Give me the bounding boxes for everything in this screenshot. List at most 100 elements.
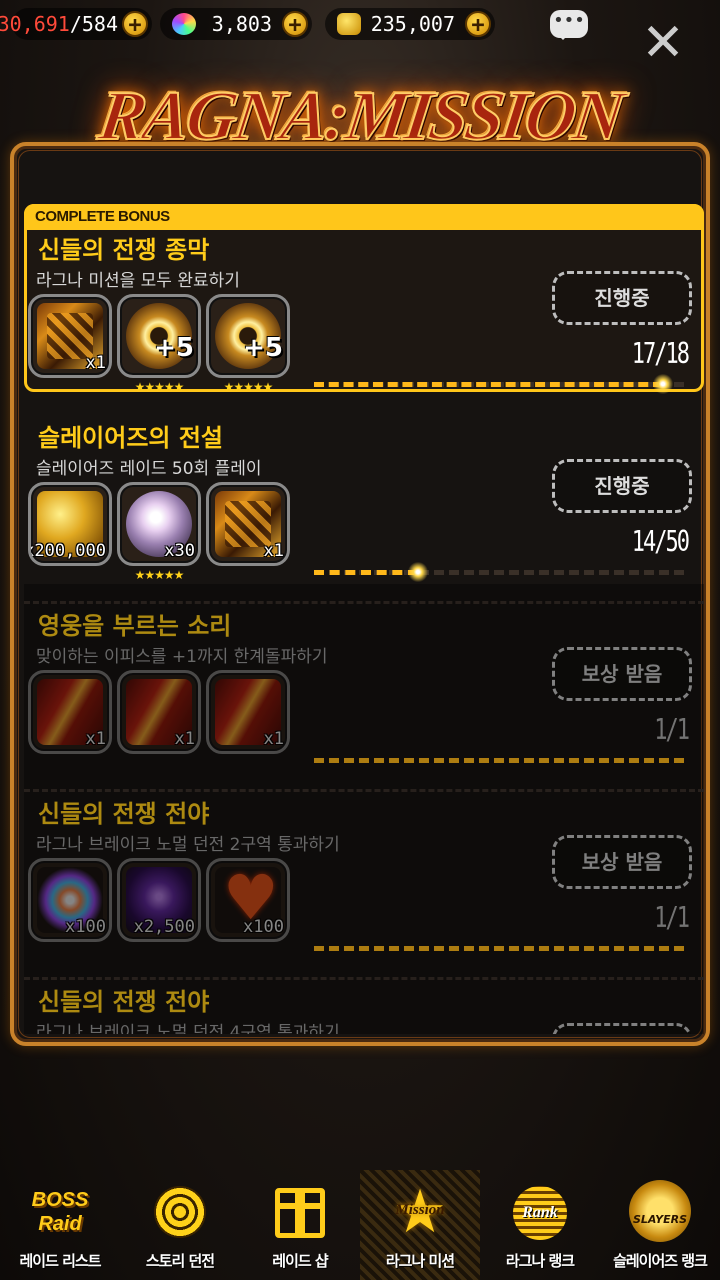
reward-item[interactable]: x100 — [206, 858, 290, 942]
reward-item[interactable]: +5 — [117, 294, 201, 378]
mission-title: 신들의 전쟁 전야 — [38, 800, 210, 828]
story-ball-icon — [154, 1186, 206, 1238]
reward-quantity: x100 — [65, 917, 106, 937]
reward-quantity: x1 — [174, 729, 195, 749]
reward-item[interactable]: x2,500 — [117, 858, 201, 942]
reward-quantity: x2,500 — [133, 917, 195, 937]
mission-status-button[interactable]: 진행중 — [552, 271, 692, 325]
reward-item[interactable]: x1 — [28, 294, 112, 378]
mission-progress-fill — [314, 945, 684, 951]
mission-title: 신들의 전쟁 전야 — [38, 988, 210, 1016]
reward-quantity: x100 — [243, 917, 284, 937]
reward-slot: x1 — [117, 670, 201, 780]
add-gem-button[interactable]: + — [282, 11, 308, 38]
mission-card: 신들의 전쟁 전야라그나 브레이크 노멀 던전 4구역 통과하기 보상 받음 — [24, 978, 704, 1034]
nav-item-rank-globe[interactable]: Rank 라그나 랭크 — [480, 1170, 600, 1280]
mission-logo-text: Mission — [395, 1202, 445, 1218]
reward-list: x200,000 x30 ★★★★★ x1 — [28, 482, 290, 592]
reward-enhance-level: +5 — [154, 333, 194, 363]
mission-list[interactable]: COMPLETE BONUS 신들의 전쟁 종막 라그나 미션을 모두 완료하기 x… — [24, 204, 704, 1034]
mission-description: 맞이하는 이피스를 +1까지 한계돌파하기 — [36, 647, 328, 667]
mission-card: 신들의 전쟁 전야 라그나 브레이크 노멀 던전 2구역 통과하기 x100 x2,5… — [24, 790, 704, 980]
reward-quantity: x1 — [263, 729, 284, 749]
mission-card: 신들의 전쟁 종막라그나 미션을 모두 완료하기 x1 +5 ★★★★★ +5 ★★★★★… — [24, 226, 704, 396]
reward-slot: x1 — [206, 670, 290, 780]
gem-icon — [172, 13, 196, 35]
reward-quantity: x1 — [263, 541, 284, 561]
mission-status-button[interactable]: 보상 받음 — [552, 835, 692, 889]
mission-progress-bar — [314, 945, 684, 951]
reward-item[interactable]: x1 — [206, 670, 290, 754]
boss-raid-icon: BOSS Raid — [31, 1189, 89, 1235]
mission-description: 슬레이어즈 레이드 50회 플레이 — [36, 459, 262, 479]
mission-title: 영웅을 부르는 소리 — [38, 612, 232, 640]
mission-panel: COMPLETE BONUS 신들의 전쟁 종막 라그나 미션을 모두 완료하기 x… — [10, 142, 710, 1046]
reward-slot: x100 — [206, 858, 290, 968]
mission-progress-count: 1/1 — [654, 902, 690, 935]
reward-item[interactable]: x30 — [117, 482, 201, 566]
gold-amount: 235,007 — [370, 12, 455, 36]
mission-card: 슬레이어즈의 전설슬레이어즈 레이드 50회 플레이 x200,000 x30 ★★★… — [24, 414, 704, 604]
reward-item[interactable]: x200,000 — [28, 482, 112, 566]
bottom-nav: BOSS Raid 레이드 리스트 스토리 던전 레이드 샵 ★ Mission 라그나 미… — [0, 1170, 720, 1280]
reward-slot: x1 — [206, 482, 290, 592]
close-icon[interactable]: ✕ — [640, 17, 686, 69]
progress-spark-icon — [651, 372, 676, 396]
reward-list: x100 x2,500 x100 — [28, 858, 290, 968]
mission-status-button[interactable]: 진행중 — [552, 459, 692, 513]
reward-item[interactable]: x1 — [206, 482, 290, 566]
reward-slot: x1 — [28, 670, 112, 780]
reward-slot: x1 — [28, 294, 112, 404]
reward-slot: x30 ★★★★★ — [117, 482, 201, 592]
mission-progress-fill — [314, 569, 418, 575]
nav-item-slayers-rank[interactable]: SLAYERS RANK 슬레이어즈 랭크 — [600, 1170, 720, 1280]
nav-item-boss-raid[interactable]: BOSS Raid 레이드 리스트 — [0, 1170, 120, 1280]
reward-stars: ★★★★★ — [223, 380, 274, 394]
reward-stars: ★★★★★ — [134, 380, 185, 394]
stamina-counter: 130,691/584 + — [0, 8, 152, 40]
nav-label: 레이드 리스트 — [19, 1252, 101, 1270]
reward-item[interactable]: x1 — [117, 670, 201, 754]
stamina-current: 130,691 — [0, 12, 70, 36]
add-gold-button[interactable]: + — [465, 11, 491, 38]
mission-progress-count: 1/1 — [654, 714, 690, 747]
mission-title: 슬레이어즈의 전설 — [38, 424, 223, 452]
progress-spark-icon — [405, 560, 430, 584]
reward-enhance-level: +5 — [243, 333, 283, 363]
reward-slot: x100 — [28, 858, 112, 968]
mission-status-button[interactable]: 보상 받음 — [552, 647, 692, 701]
nav-item-story-ball[interactable]: 스토리 던전 — [120, 1170, 240, 1280]
reward-item[interactable]: x1 — [28, 670, 112, 754]
mission-progress-fill — [314, 381, 664, 387]
reward-slot: x200,000 — [28, 482, 112, 592]
reward-item[interactable]: +5 — [206, 294, 290, 378]
mission-progress-bar — [314, 757, 684, 763]
reward-slot: +5 ★★★★★ — [117, 294, 201, 404]
chat-icon[interactable]: ••• — [550, 10, 588, 40]
mission-progress-count: 17/18 — [631, 338, 690, 371]
reward-list: x1 x1 x1 — [28, 670, 290, 780]
add-stamina-button[interactable]: + — [122, 11, 148, 38]
mission-progress-bar — [314, 560, 684, 584]
mission-description: 라그나 미션을 모두 완료하기 — [36, 271, 240, 291]
mission-title: 신들의 전쟁 종막 — [38, 236, 210, 264]
gem-amount: 3,803 — [211, 12, 272, 36]
nav-label: 스토리 던전 — [145, 1252, 215, 1270]
nav-item-mission-star[interactable]: ★ Mission 라그나 미션 — [360, 1170, 480, 1280]
nav-item-gift[interactable]: 레이드 샵 — [240, 1170, 360, 1280]
mission-card: 영웅을 부르는 소리맞이하는 이피스를 +1까지 한계돌파하기 x1 x1 x1 보상 … — [24, 602, 704, 792]
reward-stars: ★★★★★ — [134, 568, 185, 582]
mission-status-button[interactable]: 보상 받음 — [552, 1023, 692, 1034]
mission-progress-fill — [314, 757, 684, 763]
slayers-rank-icon: SLAYERS RANK — [629, 1180, 691, 1242]
rank-globe-icon: Rank — [513, 1186, 567, 1240]
mission-progress-bar — [314, 372, 684, 396]
gold-counter: 235,007 + — [325, 8, 495, 40]
mission-star-icon: ★ Mission — [388, 1182, 452, 1246]
nav-label: 라그나 미션 — [385, 1252, 455, 1270]
reward-item[interactable]: x100 — [28, 858, 112, 942]
reward-quantity: x30 — [164, 541, 195, 561]
nav-label: 라그나 랭크 — [505, 1252, 575, 1270]
gold-icon — [337, 13, 361, 35]
top-bar: 130,691/584 + 3,803 + 235,007 + ••• ✕ — [0, 0, 720, 69]
